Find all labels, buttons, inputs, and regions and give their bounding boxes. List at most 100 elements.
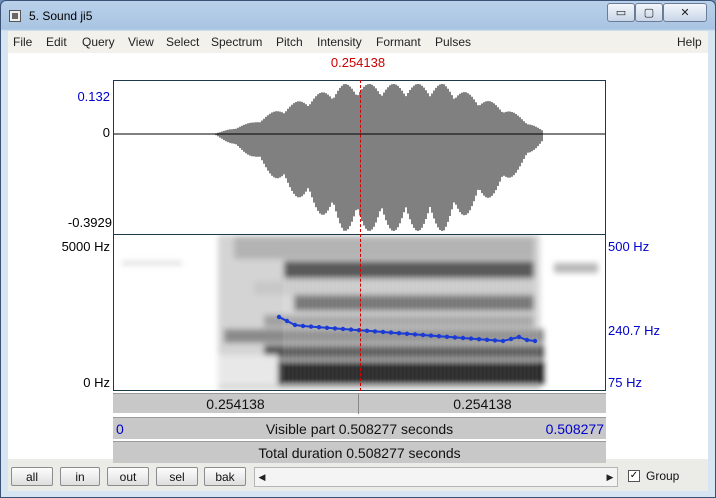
pitch-point bbox=[428, 333, 434, 338]
spectrogram-stripe bbox=[304, 275, 306, 385]
spectrogram-stripe bbox=[448, 275, 450, 385]
pitch-point bbox=[380, 329, 386, 335]
pitch-point bbox=[388, 330, 394, 335]
spectrogram-stripe bbox=[440, 275, 442, 385]
pitch-point bbox=[436, 334, 442, 339]
pitch-point bbox=[460, 335, 466, 341]
maximize-button[interactable]: ▢ bbox=[635, 3, 663, 22]
menu-edit[interactable]: Edit bbox=[46, 35, 67, 49]
minimize-button[interactable]: ▭ bbox=[607, 3, 635, 22]
spectrogram-stripe bbox=[476, 275, 478, 385]
menu-view[interactable]: View bbox=[128, 35, 154, 49]
group-checkbox[interactable]: ✓ bbox=[628, 470, 640, 482]
spectrogram-stripe bbox=[500, 275, 502, 385]
spectrogram-stripe bbox=[388, 275, 390, 385]
pitch-point bbox=[348, 327, 354, 332]
spectrogram-stripe bbox=[384, 275, 386, 385]
pitch-point bbox=[332, 326, 338, 331]
pitch-point bbox=[524, 337, 530, 343]
zoom-out-button[interactable]: out bbox=[107, 467, 149, 486]
bottom-toolbar: all in out sel bak ◀ ▶ ✓ Group bbox=[8, 465, 708, 491]
scroll-left-arrow-icon[interactable]: ◀ bbox=[255, 468, 269, 486]
spectrogram-stripe bbox=[512, 275, 514, 385]
total-duration-bar[interactable]: Total duration 0.508277 seconds bbox=[113, 441, 606, 463]
zoom-in-button[interactable]: in bbox=[60, 467, 100, 486]
zoom-back-button[interactable]: bak bbox=[204, 467, 246, 486]
spectrogram-stripe bbox=[324, 275, 326, 385]
pitch-point bbox=[452, 335, 458, 340]
waveform-max-label: 0.132 bbox=[77, 89, 110, 104]
sound-editor-panel[interactable]: 0.254138 0.132 0 -0.3929 5000 Hz 0 Hz 50… bbox=[8, 53, 708, 463]
close-button[interactable]: ✕ bbox=[663, 3, 707, 22]
pitch-point bbox=[508, 336, 514, 342]
menu-select[interactable]: Select bbox=[166, 35, 199, 49]
pitch-point bbox=[500, 338, 506, 344]
pitch-point bbox=[340, 326, 346, 332]
spectrogram-stripe bbox=[484, 275, 486, 385]
menu-query[interactable]: Query bbox=[82, 35, 115, 49]
menu-formant[interactable]: Formant bbox=[376, 35, 421, 49]
spectrogram-stripe bbox=[504, 275, 506, 385]
waveform-path bbox=[215, 84, 543, 231]
spectrogram-stripe bbox=[292, 275, 294, 385]
spectrogram-stripe bbox=[284, 275, 286, 385]
visible-part-bar[interactable]: 0 Visible part 0.508277 seconds 0.508277 bbox=[113, 417, 606, 439]
spectrogram-stripe bbox=[288, 275, 290, 385]
spectrogram-stripe bbox=[468, 275, 470, 385]
visible-part-label: Visible part 0.508277 seconds bbox=[265, 421, 454, 437]
group-label: Group bbox=[646, 469, 680, 483]
menu-intensity[interactable]: Intensity bbox=[317, 35, 362, 49]
spectrogram-stripe bbox=[400, 275, 402, 385]
selection-time-bar[interactable]: 0.254138 0.254138 bbox=[113, 393, 606, 414]
pitch-point bbox=[476, 337, 482, 342]
waveform-min-label: -0.3929 bbox=[67, 215, 112, 230]
client-area: File Edit Query View Select Spectrum Pit… bbox=[8, 31, 708, 491]
window-title: 5. Sound ji5 bbox=[29, 9, 93, 23]
pitch-point bbox=[516, 334, 522, 340]
pitch-point bbox=[404, 331, 410, 336]
spectrogram-stripe bbox=[296, 275, 298, 385]
title-bar: 5. Sound ji5 ▭ ▢ ✕ bbox=[1, 1, 715, 31]
spectrogram-stripe bbox=[508, 275, 510, 385]
praat-sound-window: 5. Sound ji5 ▭ ▢ ✕ File Edit Query View … bbox=[0, 0, 716, 498]
spectrogram-stripe bbox=[316, 275, 318, 385]
spectrogram-stripe bbox=[404, 275, 406, 385]
pitch-point bbox=[444, 334, 450, 339]
menu-pitch[interactable]: Pitch bbox=[276, 35, 303, 49]
pitch-point bbox=[300, 323, 306, 329]
pitch-point bbox=[532, 338, 538, 344]
pitch-point bbox=[372, 329, 378, 334]
pitch-point bbox=[308, 324, 314, 329]
pitch-bottom-label: 75 Hz bbox=[608, 375, 642, 390]
pitch-point bbox=[364, 328, 370, 333]
scroll-right-arrow-icon[interactable]: ▶ bbox=[603, 468, 617, 486]
spectrogram-stripe bbox=[536, 275, 538, 385]
spectrogram-stripe bbox=[428, 275, 430, 385]
menu-file[interactable]: File bbox=[13, 35, 32, 49]
freq-bottom-label: 0 Hz bbox=[83, 375, 110, 390]
spectrogram-stripe bbox=[528, 275, 530, 385]
menu-pulses[interactable]: Pulses bbox=[435, 35, 471, 49]
spectrogram-stripe bbox=[300, 275, 302, 385]
horizontal-scrollbar[interactable]: ◀ ▶ bbox=[254, 467, 618, 487]
freq-top-label: 5000 Hz bbox=[61, 239, 110, 254]
spectrogram-stripe bbox=[328, 275, 330, 385]
spectrogram-stripe bbox=[308, 275, 310, 385]
pitch-point bbox=[324, 325, 330, 330]
pitch-point bbox=[412, 332, 418, 337]
all-button[interactable]: all bbox=[11, 467, 53, 486]
waveform-trace bbox=[215, 84, 543, 231]
time-left-label: 0.254138 bbox=[206, 396, 265, 412]
menu-help[interactable]: Help bbox=[677, 35, 702, 49]
app-icon bbox=[9, 10, 21, 22]
spectrogram-stripe bbox=[408, 275, 410, 385]
spectrogram-stripe bbox=[464, 275, 466, 385]
spectrogram-stripe bbox=[432, 275, 434, 385]
menu-spectrum[interactable]: Spectrum bbox=[211, 35, 262, 49]
waveform-zero-label: 0 bbox=[102, 125, 110, 140]
spectrogram-stripe bbox=[332, 275, 334, 385]
spectrogram-stripe bbox=[372, 275, 374, 385]
spectrogram-stripe bbox=[392, 275, 394, 385]
spectrogram-stripe bbox=[444, 275, 446, 385]
zoom-sel-button[interactable]: sel bbox=[156, 467, 198, 486]
